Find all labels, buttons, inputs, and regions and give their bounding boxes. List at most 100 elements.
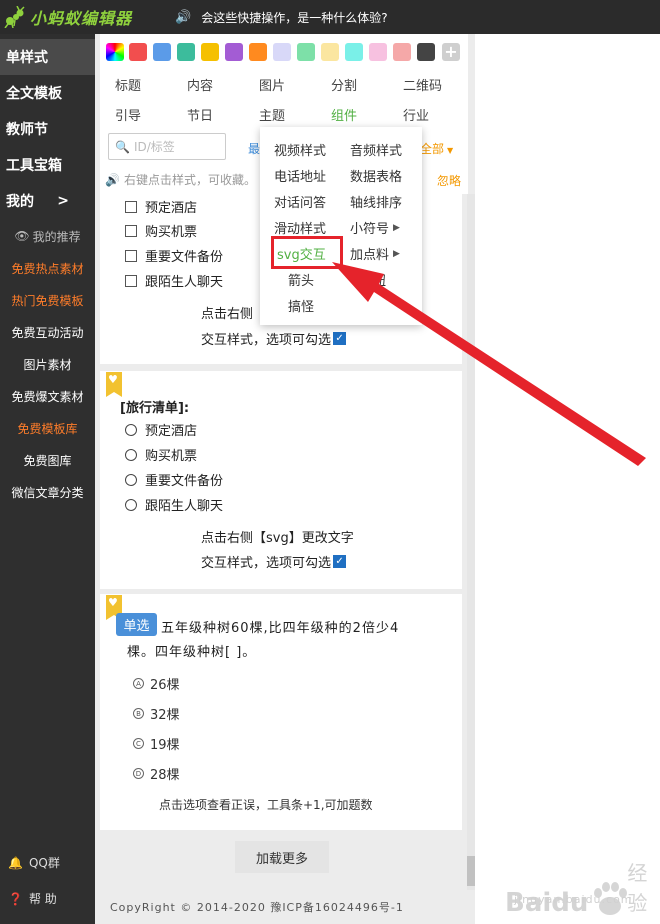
sidebar-sub-hot-material[interactable]: 免费热点素材 (0, 252, 95, 284)
quiz-option-d[interactable]: D 28棵 (133, 764, 180, 783)
color-swatch[interactable] (369, 43, 387, 61)
sidebar-sub-image-material[interactable]: 图片素材 (0, 348, 95, 380)
menu-item-audio-style[interactable]: 音频样式 (350, 140, 402, 159)
left-sidebar: 单样式 全文模板 教师节 工具宝箱 我的 > 👁 我的推荐 免费热点素材 热门免费模… (0, 34, 95, 924)
sidebar-item-mine[interactable]: 我的 > (0, 183, 95, 219)
quiz-option-b[interactable]: B 32棵 (133, 704, 180, 723)
checkbox[interactable] (125, 274, 137, 287)
top-bar: 小蚂蚁编辑器 🔊 会这些快捷操作，是一种什么体验? (0, 0, 660, 34)
sidebar-sub-label: 免费爆文素材 (11, 389, 84, 404)
list-item[interactable]: 预定酒店 (125, 197, 197, 216)
sidebar-sub-hot-template[interactable]: 热门免费模板 (0, 284, 95, 316)
category-title[interactable]: 标题 (115, 75, 141, 94)
sort-latest[interactable]: 最 (248, 140, 260, 157)
list-item[interactable]: 预定酒店 (125, 420, 197, 439)
color-swatch[interactable] (393, 43, 411, 61)
sidebar-sub-template-library[interactable]: 免费模板库 (0, 412, 95, 444)
category-qrcode[interactable]: 二维码 (403, 75, 442, 94)
qq-group-link[interactable]: 🔔 QQ群 (8, 854, 60, 871)
help-link[interactable]: ❓ 帮 助 (8, 890, 57, 907)
radio-button[interactable] (125, 448, 137, 461)
menu-item-video-style[interactable]: 视频样式 (274, 140, 326, 159)
color-swatch[interactable] (249, 43, 267, 61)
radio-button[interactable] (125, 473, 137, 486)
list-item[interactable]: 跟陌生人聊天 (125, 271, 223, 290)
list-item[interactable]: 重要文件备份 (125, 470, 223, 489)
sidebar-sub-wechat-category[interactable]: 微信文章分类 (0, 476, 95, 508)
color-swatch[interactable] (153, 43, 171, 61)
quiz-option-a[interactable]: A 26棵 (133, 674, 180, 693)
menu-item-funny[interactable]: 搞怪 (288, 296, 314, 315)
menu-item-extras[interactable]: 加点料 ▶ (350, 244, 400, 263)
checkbox[interactable] (125, 249, 137, 262)
color-swatch[interactable] (321, 43, 339, 61)
hint-text: 右键点击样式，可收藏。 (123, 173, 256, 187)
category-divider[interactable]: 分割 (331, 75, 357, 94)
category-component[interactable]: 组件 (331, 105, 357, 124)
rainbow-swatch[interactable] (106, 43, 124, 61)
list-item[interactable]: 购买机票 (125, 445, 197, 464)
menu-item-dialog-qa[interactable]: 对话问答 (274, 192, 326, 211)
load-more-button[interactable]: 加载更多 (235, 841, 329, 873)
add-color-icon[interactable]: + (442, 43, 460, 61)
radio-button[interactable] (125, 498, 137, 511)
color-swatch[interactable] (297, 43, 315, 61)
color-swatch[interactable] (177, 43, 195, 61)
category-content[interactable]: 内容 (187, 75, 213, 94)
list-item[interactable]: 跟陌生人聊天 (125, 495, 223, 514)
color-swatch[interactable] (225, 43, 243, 61)
category-festival[interactable]: 节日 (187, 105, 213, 124)
list-item-label: 购买机票 (145, 225, 198, 240)
menu-item-button[interactable]: 按钮 (360, 270, 386, 289)
checkbox[interactable] (125, 224, 137, 237)
sidebar-sub-label: 免费热点素材 (11, 261, 84, 276)
color-swatch[interactable] (417, 43, 435, 61)
sidebar-sub-label: 热门免费模板 (11, 293, 84, 308)
list-item-label: 预定酒店 (145, 201, 198, 216)
sidebar-item-toolbox[interactable]: 工具宝箱 (0, 147, 95, 183)
quiz-option-c[interactable]: C 19棵 (133, 734, 180, 753)
bell-icon: 🔔 (8, 855, 23, 870)
checkbox[interactable] (125, 200, 137, 213)
ignore-hint-link[interactable]: 忽略 (437, 172, 461, 189)
favorite-heart-icon[interactable]: ♥ (106, 372, 122, 397)
favorite-heart-icon[interactable]: ♥ (106, 595, 122, 620)
category-guide[interactable]: 引导 (115, 105, 141, 124)
menu-item-label: 小符号 (350, 222, 390, 237)
color-swatch[interactable] (201, 43, 219, 61)
filter-all-dropdown[interactable]: 全部 ▼ (420, 140, 453, 157)
list-item-label: 重要文件备份 (145, 474, 224, 489)
app-logo[interactable]: 小蚂蚁编辑器 (4, 4, 132, 30)
category-image[interactable]: 图片 (259, 75, 285, 94)
sidebar-item-full-template[interactable]: 全文模板 (0, 75, 95, 111)
menu-item-data-table[interactable]: 数据表格 (350, 166, 402, 185)
sidebar-sub-viral-material[interactable]: 免费爆文素材 (0, 380, 95, 412)
color-swatch[interactable] (273, 43, 291, 61)
menu-item-small-symbol[interactable]: 小符号 ▶ (350, 218, 400, 237)
menu-item-timeline[interactable]: 轴线排序 (350, 192, 402, 211)
submenu-arrow-icon: ▶ (393, 248, 400, 259)
caret-down-icon: ▼ (447, 146, 454, 155)
radio-button[interactable] (125, 423, 137, 436)
search-input[interactable]: 🔍 ID/标签 (108, 133, 226, 160)
category-theme[interactable]: 主题 (259, 105, 285, 124)
color-swatch[interactable] (345, 43, 363, 61)
sidebar-recommend-header[interactable]: 👁 我的推荐 (0, 220, 95, 252)
menu-item-slide-style[interactable]: 滑动样式 (274, 218, 326, 237)
hint-bar: 🔊 右键点击样式，可收藏。 (105, 171, 256, 188)
scrollbar-thumb[interactable] (467, 856, 475, 886)
editor-area[interactable] (475, 34, 660, 924)
notice-bar[interactable]: 🔊 会这些快捷操作，是一种什么体验? (175, 0, 388, 34)
menu-item-arrow[interactable]: 箭头 (288, 270, 314, 289)
category-industry[interactable]: 行业 (403, 105, 429, 124)
scrollbar-track[interactable] (467, 194, 475, 890)
sidebar-item-single-style[interactable]: 单样式 (0, 39, 95, 75)
sidebar-item-teachers-day[interactable]: 教师节 (0, 111, 95, 147)
eye-icon: 👁 (14, 229, 30, 243)
menu-item-phone-address[interactable]: 电话地址 (274, 166, 326, 185)
sidebar-sub-interactive[interactable]: 免费互动活动 (0, 316, 95, 348)
list-item[interactable]: 购买机票 (125, 221, 197, 240)
color-swatch[interactable] (129, 43, 147, 61)
list-item[interactable]: 重要文件备份 (125, 246, 223, 265)
sidebar-sub-image-library[interactable]: 免费图库 (0, 444, 95, 476)
